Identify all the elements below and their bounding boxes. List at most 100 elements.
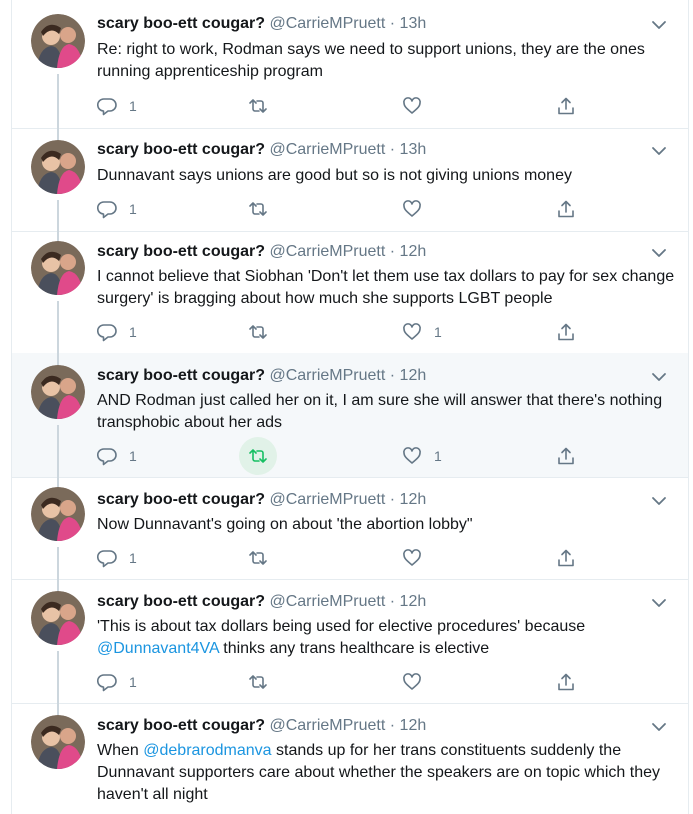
retweet-icon bbox=[249, 551, 267, 565]
tweet[interactable]: scary boo-ett cougar? @CarrieMPruett · 1… bbox=[12, 477, 688, 580]
mention-link[interactable]: @debrarodmanva bbox=[143, 742, 271, 759]
heart-icon bbox=[403, 200, 421, 217]
chevron-down-icon[interactable] bbox=[650, 718, 668, 736]
text-segment: Dunnavant says unions are good but so is… bbox=[97, 167, 572, 184]
author-handle[interactable]: @CarrieMPruett bbox=[269, 141, 385, 158]
retweet-button[interactable] bbox=[248, 93, 268, 119]
thread-connector bbox=[57, 477, 59, 487]
tweet-header: scary boo-ett cougar? @CarrieMPruett · 1… bbox=[97, 593, 426, 611]
author-name[interactable]: scary boo-ett cougar? bbox=[97, 141, 265, 158]
like-button[interactable] bbox=[402, 545, 422, 571]
author-name[interactable]: scary boo-ett cougar? bbox=[97, 593, 265, 610]
reply-button[interactable]: 1 bbox=[97, 545, 137, 571]
avatar[interactable] bbox=[31, 241, 85, 295]
like-button[interactable] bbox=[402, 196, 422, 222]
timestamp[interactable]: 12h bbox=[400, 491, 427, 508]
share-button[interactable] bbox=[556, 545, 576, 571]
avatar[interactable] bbox=[31, 487, 85, 541]
timestamp[interactable]: 13h bbox=[400, 141, 427, 158]
like-button[interactable] bbox=[402, 93, 422, 119]
retweet-button[interactable] bbox=[248, 196, 268, 222]
thread-connector bbox=[57, 301, 59, 353]
share-icon bbox=[558, 97, 574, 115]
author-handle[interactable]: @CarrieMPruett bbox=[269, 593, 385, 610]
reply-icon bbox=[97, 98, 117, 116]
author-name[interactable]: scary boo-ett cougar? bbox=[97, 15, 265, 32]
like-count: 1 bbox=[434, 448, 442, 464]
reply-icon bbox=[97, 674, 117, 692]
avatar[interactable] bbox=[31, 365, 85, 419]
chevron-down-icon[interactable] bbox=[650, 492, 668, 510]
like-button[interactable] bbox=[402, 669, 422, 695]
text-segment: Now Dunnavant's going on about 'the abor… bbox=[97, 516, 473, 533]
heart-icon bbox=[403, 97, 421, 114]
thread-connector bbox=[57, 74, 59, 128]
author-name[interactable]: scary boo-ett cougar? bbox=[97, 491, 265, 508]
retweet-button[interactable] bbox=[248, 669, 268, 695]
chevron-down-icon[interactable] bbox=[650, 244, 668, 262]
share-button[interactable] bbox=[556, 196, 576, 222]
reply-count: 1 bbox=[129, 98, 137, 114]
retweet-button[interactable] bbox=[248, 319, 268, 345]
share-icon bbox=[558, 323, 574, 341]
reply-count: 1 bbox=[129, 674, 137, 690]
author-handle[interactable]: @CarrieMPruett bbox=[269, 717, 385, 734]
share-button[interactable] bbox=[556, 319, 576, 345]
reply-button[interactable]: 1 bbox=[97, 196, 137, 222]
tweet[interactable]: scary boo-ett cougar? @CarrieMPruett · 1… bbox=[12, 353, 688, 478]
share-button[interactable] bbox=[556, 443, 576, 469]
share-button[interactable] bbox=[556, 669, 576, 695]
timestamp[interactable]: 12h bbox=[400, 243, 427, 260]
avatar[interactable] bbox=[31, 715, 85, 769]
reply-icon bbox=[97, 550, 117, 568]
retweet-button[interactable] bbox=[248, 545, 268, 571]
tweet-actions: 1 1 bbox=[97, 319, 587, 345]
tweet-actions: 1 bbox=[97, 545, 587, 571]
tweet[interactable]: scary boo-ett cougar? @CarrieMPruett · 1… bbox=[12, 0, 688, 129]
reply-button[interactable]: 1 bbox=[97, 319, 137, 345]
thread-connector bbox=[57, 651, 59, 703]
tweet-thread: scary boo-ett cougar? @CarrieMPruett · 1… bbox=[11, 0, 689, 814]
author-name[interactable]: scary boo-ett cougar? bbox=[97, 243, 265, 260]
mention-link[interactable]: @Dunnavant4VA bbox=[97, 640, 219, 657]
separator: · bbox=[389, 15, 396, 32]
tweet[interactable]: scary boo-ett cougar? @CarrieMPruett · 1… bbox=[12, 703, 688, 814]
author-handle[interactable]: @CarrieMPruett bbox=[269, 367, 385, 384]
tweet-actions: 1 bbox=[97, 196, 587, 222]
tweet[interactable]: scary boo-ett cougar? @CarrieMPruett · 1… bbox=[12, 128, 688, 232]
timestamp[interactable]: 12h bbox=[400, 593, 427, 610]
author-handle[interactable]: @CarrieMPruett bbox=[269, 15, 385, 32]
reply-button[interactable]: 1 bbox=[97, 669, 137, 695]
author-handle[interactable]: @CarrieMPruett bbox=[269, 491, 385, 508]
like-button[interactable]: 1 bbox=[402, 319, 442, 345]
reply-button[interactable]: 1 bbox=[97, 93, 137, 119]
timestamp[interactable]: 12h bbox=[400, 717, 427, 734]
chevron-down-icon[interactable] bbox=[650, 16, 668, 34]
text-segment: 'This is about tax dollars being used fo… bbox=[97, 618, 586, 635]
thread-connector bbox=[57, 547, 59, 579]
avatar[interactable] bbox=[31, 14, 85, 68]
timestamp[interactable]: 12h bbox=[400, 367, 427, 384]
author-name[interactable]: scary boo-ett cougar? bbox=[97, 717, 265, 734]
tweet[interactable]: scary boo-ett cougar? @CarrieMPruett · 1… bbox=[12, 579, 688, 704]
separator: · bbox=[389, 593, 396, 610]
like-button[interactable]: 1 bbox=[402, 443, 442, 469]
reply-count: 1 bbox=[129, 550, 137, 566]
retweet-button[interactable] bbox=[248, 443, 268, 469]
separator: · bbox=[389, 717, 396, 734]
reply-icon bbox=[97, 201, 117, 219]
reply-button[interactable]: 1 bbox=[97, 443, 137, 469]
share-button[interactable] bbox=[556, 93, 576, 119]
retweet-icon bbox=[249, 325, 267, 339]
chevron-down-icon[interactable] bbox=[650, 368, 668, 386]
avatar[interactable] bbox=[31, 591, 85, 645]
avatar[interactable] bbox=[31, 140, 85, 194]
chevron-down-icon[interactable] bbox=[650, 594, 668, 612]
timestamp[interactable]: 13h bbox=[400, 15, 427, 32]
tweet[interactable]: scary boo-ett cougar? @CarrieMPruett · 1… bbox=[12, 231, 688, 354]
author-name[interactable]: scary boo-ett cougar? bbox=[97, 367, 265, 384]
author-handle[interactable]: @CarrieMPruett bbox=[269, 243, 385, 260]
chevron-down-icon[interactable] bbox=[650, 142, 668, 160]
tweet-header: scary boo-ett cougar? @CarrieMPruett · 1… bbox=[97, 717, 426, 735]
tweet-header: scary boo-ett cougar? @CarrieMPruett · 1… bbox=[97, 491, 426, 509]
